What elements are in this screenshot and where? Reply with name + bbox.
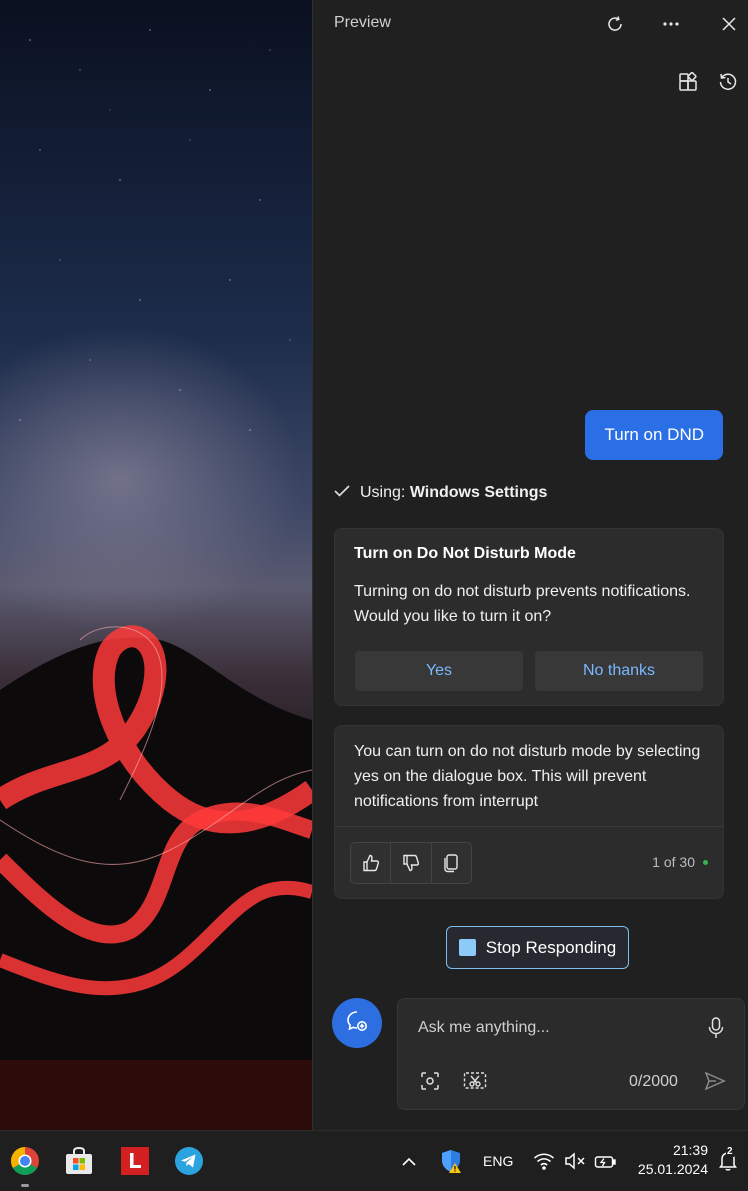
telegram-icon[interactable] <box>173 1145 205 1177</box>
dnd-card-title: Turn on Do Not Disturb Mode <box>354 545 576 562</box>
copilot-panel: Preview Turn on DND Using: Windows Setti… <box>312 0 748 1130</box>
battery-charging-icon[interactable] <box>591 1145 619 1177</box>
lastpass-style-app-icon[interactable] <box>119 1145 151 1177</box>
yes-button[interactable]: Yes <box>355 651 523 691</box>
taskbar: ENG 21:39 25.01.2024 2 <box>0 1130 748 1191</box>
active-app-indicator <box>21 1184 29 1187</box>
using-prefix: Using: <box>360 484 406 501</box>
using-source: Windows Settings <box>409 484 548 501</box>
clock-date: 25.01.2024 <box>637 1161 708 1177</box>
status-dot <box>703 860 708 865</box>
close-icon[interactable] <box>717 12 741 36</box>
card-divider <box>335 826 723 827</box>
thumbs-down-icon[interactable] <box>391 843 432 883</box>
chat-input[interactable]: Ask me anything... <box>418 1019 550 1037</box>
notification-count-badge: 2 <box>726 1146 734 1157</box>
wifi-icon[interactable] <box>530 1145 558 1177</box>
assistant-response-card: You can turn on do not disturb mode by s… <box>334 725 724 899</box>
refresh-icon[interactable] <box>603 12 627 36</box>
chrome-taskbar-icon[interactable] <box>9 1145 41 1177</box>
new-chat-icon <box>345 1009 369 1038</box>
thumbs-up-icon[interactable] <box>351 843 392 883</box>
plugin-usage-status: Using: Windows Settings <box>334 484 547 502</box>
new-topic-button[interactable] <box>332 998 382 1048</box>
stop-responding-button[interactable]: Stop Responding <box>446 926 629 969</box>
user-message-bubble: Turn on DND <box>585 410 723 460</box>
history-icon[interactable] <box>716 70 740 94</box>
visual-search-icon[interactable] <box>418 1069 442 1093</box>
assistant-response-text: You can turn on do not disturb mode by s… <box>354 743 701 810</box>
no-thanks-button[interactable]: No thanks <box>535 651 703 691</box>
window-title: Preview <box>334 14 391 31</box>
dnd-confirmation-card: Turn on Do Not Disturb Mode Turning on d… <box>334 528 724 706</box>
microsoft-store-icon[interactable] <box>63 1145 95 1177</box>
feedback-toolbar <box>350 842 472 884</box>
more-options-icon[interactable] <box>659 12 683 36</box>
notification-bell-icon[interactable]: 2 <box>714 1145 742 1177</box>
stop-responding-label: Stop Responding <box>485 937 617 957</box>
system-clock[interactable]: 21:39 25.01.2024 <box>638 1141 708 1179</box>
character-count: 0/2000 <box>629 1073 678 1090</box>
copy-icon[interactable] <box>432 843 471 883</box>
stop-icon <box>458 939 476 956</box>
send-icon[interactable] <box>702 1069 728 1093</box>
microphone-icon[interactable] <box>704 1015 728 1041</box>
clock-time: 21:39 <box>672 1142 708 1158</box>
desktop-wallpaper <box>0 0 312 1130</box>
dnd-card-body: Turning on do not disturb prevents notif… <box>354 583 691 625</box>
checkmark-icon <box>334 484 350 502</box>
screenshot-snip-icon[interactable] <box>462 1069 488 1093</box>
response-counter: 1 of 30 <box>652 854 695 870</box>
plugins-icon[interactable] <box>676 70 700 94</box>
chat-composer[interactable]: Ask me anything... 0/2000 <box>397 998 745 1110</box>
volume-muted-icon[interactable] <box>561 1145 589 1177</box>
windows-security-icon[interactable] <box>437 1145 465 1177</box>
input-language-indicator[interactable]: ENG <box>483 1153 513 1169</box>
show-hidden-icons-chevron-icon[interactable] <box>395 1145 423 1177</box>
